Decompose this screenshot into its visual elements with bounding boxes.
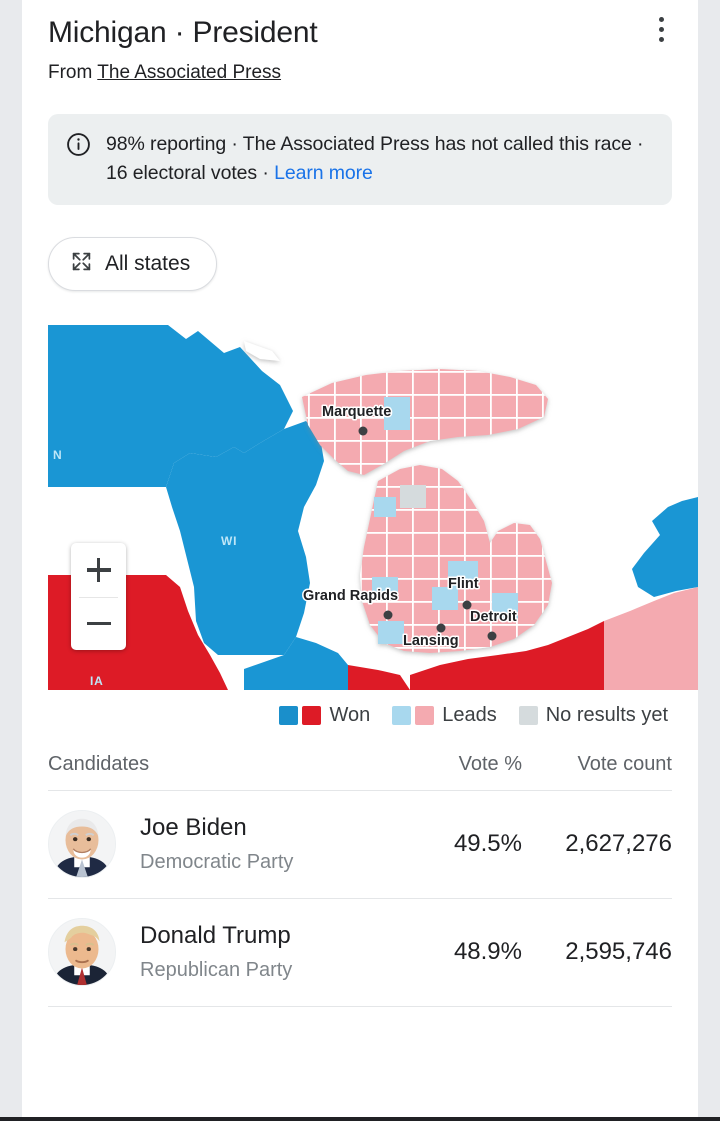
source-attribution: From The Associated Press (48, 61, 672, 85)
election-map[interactable]: N WI IA Marquette Grand Rapids Flint Det… (48, 325, 698, 690)
candidate-name: Joe Biden (140, 814, 247, 841)
joe-biden-portrait (48, 810, 116, 878)
map-graphic: N WI IA Marquette Grand Rapids Flint Det… (48, 325, 698, 690)
table-row[interactable]: Joe Biden Democratic Party 49.5% 2,627,2… (48, 791, 672, 899)
map-legend: Won Leads No results yet (22, 690, 698, 727)
candidate-name: Donald Trump (140, 922, 291, 949)
card-header: Michigan · President From The Associated… (22, 0, 698, 85)
table-row[interactable]: Donald Trump Republican Party 48.9% 2,59… (48, 899, 672, 1007)
candidate-info: Donald Trump Republican Party (140, 921, 394, 983)
legend-swatches-won (279, 706, 322, 725)
map-zoom-controls[interactable] (71, 543, 126, 650)
plus-icon-bar-v (96, 557, 101, 582)
candidate-party: Republican Party (140, 959, 293, 981)
map-controls-row: All states (22, 205, 698, 291)
swatch-leads-blue (392, 706, 412, 725)
zoom-in-button[interactable] (71, 543, 126, 597)
map-label-flint: Flint (448, 576, 479, 592)
candidate-vote-pct: 48.9% (453, 938, 522, 965)
results-card: Michigan · President From The Associated… (22, 0, 698, 1121)
swatch-won-red (302, 706, 322, 725)
legend-label-leads: Leads (442, 704, 497, 726)
source-link[interactable]: The Associated Press (97, 62, 281, 83)
source-prefix: From (48, 62, 98, 83)
minus-icon-bar (86, 621, 111, 625)
map-label-lansing: Lansing (403, 633, 459, 649)
legend-item-no-results: No results yet (518, 704, 668, 727)
map-label-ia: IA (90, 674, 104, 688)
election-results-page: Michigan · President From The Associated… (0, 0, 720, 1121)
all-states-button[interactable]: All states (48, 237, 218, 291)
legend-item-won: Won (279, 704, 370, 727)
banner-text: 98% reporting · The Associated Press has… (106, 130, 654, 188)
legend-label-won: Won (329, 704, 371, 726)
dot-1 (658, 16, 664, 22)
candidate-vote-count: 2,627,276 (565, 830, 672, 857)
legend-label-no-results: No results yet (545, 704, 668, 726)
viewport-bottom-edge (0, 1117, 720, 1121)
map-label-wi: WI (221, 534, 237, 548)
zoom-out-button[interactable] (71, 596, 126, 651)
legend-item-leads: Leads (392, 704, 497, 727)
candidate-vote-pct: 49.5% (453, 830, 522, 857)
map-label-marquette: Marquette (322, 404, 391, 420)
more-vert-icon[interactable] (644, 10, 678, 48)
table-header-row: Candidates Vote % Vote count (48, 753, 672, 791)
legend-swatches-no-results (518, 706, 538, 725)
dot-2 (658, 26, 664, 32)
learn-more-link[interactable]: Learn more (274, 162, 373, 184)
candidate-party: Democratic Party (140, 851, 294, 873)
candidate-info: Joe Biden Democratic Party (140, 813, 394, 875)
swatch-won-blue (279, 706, 299, 725)
candidates-table: Candidates Vote % Vote count Joe Biden D… (48, 753, 672, 1007)
map-label-detroit: Detroit (470, 609, 517, 625)
reporting-status-banner: 98% reporting · The Associated Press has… (48, 114, 672, 205)
map-label-mn: N (53, 448, 62, 462)
expand-arrows-icon (71, 251, 92, 277)
page-title: Michigan · President (48, 16, 318, 49)
dot-3 (658, 36, 664, 42)
candidate-vote-count: 2,595,746 (565, 938, 672, 965)
info-circle-icon (66, 132, 91, 157)
swatch-leads-pink (415, 706, 435, 725)
banner-status-text: 98% reporting · The Associated Press has… (106, 133, 644, 184)
column-header-vote-count: Vote count (577, 753, 672, 775)
map-label-grand-rapids: Grand Rapids (303, 588, 398, 604)
donald-trump-portrait (48, 918, 116, 986)
all-states-label: All states (105, 252, 191, 275)
swatch-no-results (518, 706, 538, 725)
legend-swatches-leads (392, 706, 435, 725)
column-header-vote-pct: Vote % (458, 753, 522, 775)
column-header-candidates: Candidates (48, 753, 150, 775)
